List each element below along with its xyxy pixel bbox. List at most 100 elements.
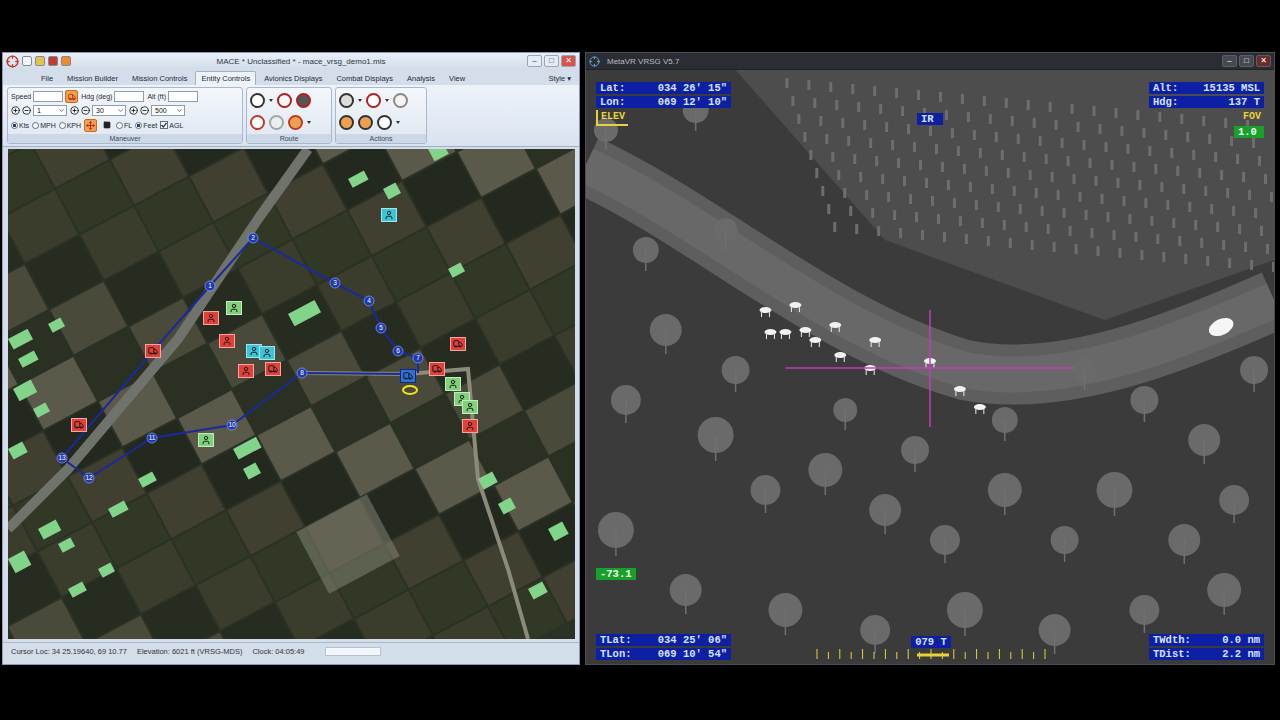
- move-button[interactable]: [84, 119, 97, 132]
- waypoint[interactable]: 1: [205, 281, 215, 291]
- step-dropdown[interactable]: 500: [151, 105, 185, 116]
- target-range-readout: TWdth:0.0 nmTDist:2.2 nm: [1149, 634, 1264, 660]
- route-add-icon[interactable]: [277, 93, 292, 108]
- open-icon[interactable]: [35, 56, 45, 66]
- azimuth: 079 T: [911, 636, 951, 648]
- entity-marker[interactable]: [203, 311, 219, 325]
- maximize-button[interactable]: □: [544, 55, 559, 67]
- waypoint[interactable]: 6: [393, 346, 403, 356]
- vrsg-window: MetaVR VRSG V5.7–□✕ Lat:034 26' 15"Lon:06…: [585, 52, 1275, 665]
- svg-text:11: 11: [149, 434, 156, 441]
- person-icon: [229, 303, 239, 313]
- entity-marker[interactable]: [445, 377, 461, 391]
- step-dropdown[interactable]: 1: [33, 105, 67, 116]
- entity-marker[interactable]: [429, 362, 445, 376]
- animal: [789, 302, 801, 312]
- value-input[interactable]: [114, 91, 144, 102]
- group-label: Route: [247, 134, 331, 143]
- waypoint[interactable]: 11: [147, 433, 157, 443]
- menu-tab[interactable]: Avionics Displays: [258, 71, 328, 85]
- value-input[interactable]: [33, 91, 63, 102]
- new-icon[interactable]: [22, 56, 32, 66]
- entity-marker[interactable]: [400, 369, 416, 383]
- style-menu[interactable]: Style ▾: [544, 72, 575, 85]
- stop-icon[interactable]: [48, 56, 58, 66]
- check-icon: [161, 122, 167, 128]
- route-clear-icon[interactable]: [269, 115, 284, 130]
- altitude-mode-radio[interactable]: FL: [116, 122, 132, 129]
- action-icon[interactable]: [339, 93, 354, 108]
- entity-marker[interactable]: [381, 208, 397, 222]
- apply-button[interactable]: [65, 90, 78, 103]
- menu-tab[interactable]: Entity Controls: [195, 71, 256, 85]
- menu-tab[interactable]: Analysis: [401, 71, 441, 85]
- sensor-icon[interactable]: [377, 115, 392, 130]
- route-stop-icon[interactable]: [296, 93, 311, 108]
- route-icon[interactable]: [250, 93, 265, 108]
- title-bar: MACE * Unclassified * - mace_vrsg_demo1.…: [3, 53, 579, 69]
- entity-marker[interactable]: [259, 346, 275, 360]
- waypoint[interactable]: 8: [297, 368, 307, 378]
- weapon-icon[interactable]: [366, 93, 381, 108]
- entity-marker[interactable]: [462, 400, 478, 414]
- group-label: Maneuver: [8, 134, 242, 143]
- window-title: MetaVR VRSG V5.7: [603, 57, 1219, 66]
- run-icon[interactable]: [61, 56, 71, 66]
- altitude-mode-radio[interactable]: Feet: [135, 122, 157, 129]
- map[interactable]: 2134567810111213: [8, 149, 575, 639]
- menu-tab[interactable]: Combat Displays: [330, 71, 399, 85]
- animal: [829, 322, 841, 332]
- menu-tab[interactable]: Mission Builder: [61, 71, 124, 85]
- menu-tab[interactable]: Mission Controls: [126, 71, 193, 85]
- maximize-button[interactable]: □: [1239, 55, 1254, 67]
- decrease-icon[interactable]: [22, 106, 31, 115]
- fire-icon[interactable]: [339, 115, 354, 130]
- menu-tab[interactable]: View: [443, 71, 471, 85]
- increase-icon[interactable]: [11, 106, 20, 115]
- entity-marker[interactable]: [226, 301, 242, 315]
- agl-checkbox[interactable]: AGL: [160, 121, 183, 129]
- entity-marker[interactable]: [219, 334, 235, 348]
- close-button[interactable]: ✕: [561, 55, 576, 67]
- animal: [759, 307, 771, 317]
- value-input[interactable]: [168, 91, 198, 102]
- increase-icon[interactable]: [129, 106, 138, 115]
- entity-marker[interactable]: [462, 419, 478, 433]
- svg-text:5: 5: [379, 324, 383, 331]
- waypoint[interactable]: 2: [248, 233, 258, 243]
- person-icon: [448, 379, 458, 389]
- minimize-button[interactable]: –: [527, 55, 542, 67]
- waypoint[interactable]: 10: [227, 420, 237, 430]
- menu-tab[interactable]: File: [35, 71, 59, 85]
- entity-marker[interactable]: [238, 364, 254, 378]
- minimize-button[interactable]: –: [1222, 55, 1237, 67]
- waypoint[interactable]: 5: [376, 323, 386, 333]
- window-title: MACE * Unclassified * - mace_vrsg_demo1.…: [74, 57, 524, 66]
- target-icon[interactable]: [358, 115, 373, 130]
- waypoint[interactable]: 13: [57, 453, 67, 463]
- waypoint[interactable]: 12: [84, 473, 94, 483]
- route-cancel-icon[interactable]: [250, 115, 265, 130]
- stop-button[interactable]: [100, 119, 113, 132]
- increase-icon[interactable]: [70, 106, 79, 115]
- route-edit-icon[interactable]: [288, 115, 303, 130]
- entity-marker[interactable]: [198, 433, 214, 447]
- entity-marker[interactable]: [145, 344, 161, 358]
- disabled-icon[interactable]: [393, 93, 408, 108]
- speed-unit-radio[interactable]: Kts: [11, 122, 29, 129]
- entity-marker[interactable]: [71, 418, 87, 432]
- decrease-icon[interactable]: [140, 106, 149, 115]
- waypoint[interactable]: 4: [364, 296, 374, 306]
- step-dropdown[interactable]: 30: [92, 105, 126, 116]
- waypoint[interactable]: 3: [330, 278, 340, 288]
- longitude: Lon:069 12' 10": [596, 96, 731, 108]
- animal: [974, 404, 986, 414]
- sensor-view[interactable]: Lat:034 26' 15"Lon:069 12' 10"ELEVIRAlt:…: [586, 70, 1274, 664]
- entity-marker[interactable]: [265, 362, 281, 376]
- close-button[interactable]: ✕: [1256, 55, 1271, 67]
- waypoint[interactable]: 7: [413, 353, 423, 363]
- entity-marker[interactable]: [450, 337, 466, 351]
- decrease-icon[interactable]: [81, 106, 90, 115]
- speed-unit-radio[interactable]: KPH: [59, 122, 81, 129]
- speed-unit-radio[interactable]: MPH: [32, 122, 56, 129]
